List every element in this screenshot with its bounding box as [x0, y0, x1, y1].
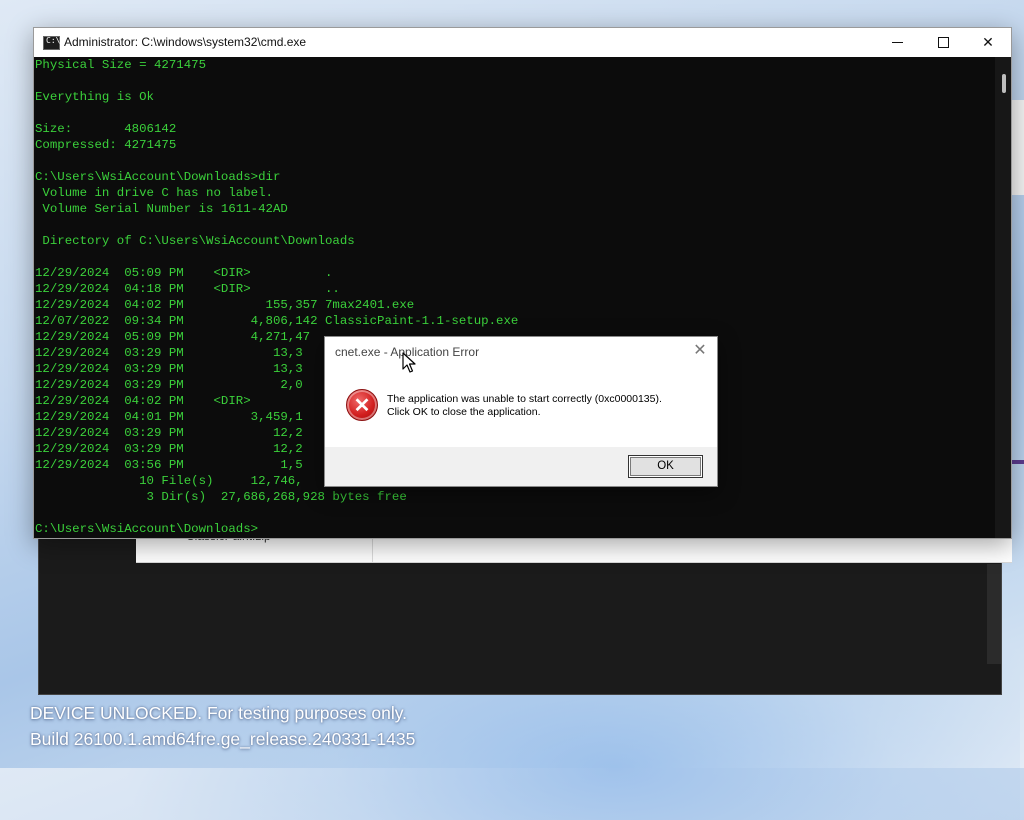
explorer-file-row[interactable]: ClassicPaint.zip — [136, 529, 1012, 563]
console-line: Directory of C:\Users\WsiAccount\Downloa… — [35, 234, 355, 248]
background-scrollbar[interactable] — [987, 564, 1001, 664]
background-window-accent — [1010, 460, 1024, 464]
console-line: 12/29/2024 05:09 PM <DIR> . — [35, 266, 333, 280]
dialog-content: ✕ The application was unable to start co… — [325, 367, 717, 447]
column-divider — [372, 535, 373, 562]
console-line: 12/07/2022 09:34 PM 4,806,142 ClassicPai… — [35, 314, 519, 328]
console-line: Compressed: 4271475 — [35, 138, 177, 152]
error-icon: ✕ — [346, 389, 378, 421]
console-line: Volume in drive C has no label. — [35, 186, 273, 200]
dialog-close-button[interactable]: ✕ — [689, 340, 711, 362]
maximize-icon — [937, 37, 949, 48]
dialog-message-line1: The application was unable to start corr… — [387, 393, 662, 405]
device-watermark: DEVICE UNLOCKED. For testing purposes on… — [30, 700, 415, 752]
console-line: C:\Users\WsiAccount\Downloads>dir — [35, 170, 281, 184]
watermark-line2: Build 26100.1.amd64fre.ge_release.240331… — [30, 729, 416, 749]
background-window-edge — [1010, 100, 1024, 195]
console-line: 12/29/2024 04:18 PM <DIR> .. — [35, 282, 340, 296]
dialog-message-line2: Click OK to close the application. — [387, 406, 541, 418]
close-icon: ✕ — [693, 342, 707, 359]
console-line: Volume Serial Number is 1611-42AD — [35, 202, 288, 216]
minimize-icon — [891, 42, 903, 43]
cmd-scrollbar[interactable] — [995, 57, 1011, 538]
ok-button[interactable]: OK — [628, 455, 703, 478]
console-line: 12/29/2024 04:02 PM 155,357 7max2401.exe — [35, 298, 415, 312]
console-line: 3 Dir(s) 27,686,268,928 bytes free — [35, 490, 407, 504]
scroll-thumb[interactable] — [1002, 74, 1006, 93]
mouse-pointer-icon — [402, 352, 416, 373]
minimize-button[interactable] — [874, 28, 920, 57]
watermark-line1: DEVICE UNLOCKED. For testing purposes on… — [30, 703, 408, 723]
cmd-titlebar[interactable]: C:\ Administrator: C:\windows\system32\c… — [34, 28, 1011, 57]
error-dialog[interactable]: cnet.exe - Application Error ✕ ✕ The app… — [324, 336, 718, 487]
dialog-titlebar[interactable]: cnet.exe - Application Error ✕ — [325, 337, 717, 367]
close-button[interactable]: ✕ — [965, 28, 1011, 57]
console-line: C:\Users\WsiAccount\Downloads> — [35, 522, 259, 536]
cmd-window-title: Administrator: C:\windows\system32\cmd.e… — [64, 35, 307, 49]
dialog-message: The application was unable to start corr… — [387, 393, 662, 419]
maximize-button[interactable] — [920, 28, 966, 57]
console-line: Physical Size = 4271475 — [35, 58, 207, 72]
cmd-icon: C:\ — [43, 36, 60, 50]
console-line: Everything is Ok — [35, 90, 154, 104]
close-icon: ✕ — [982, 34, 994, 50]
console-line: Size: 4806142 — [35, 122, 177, 136]
